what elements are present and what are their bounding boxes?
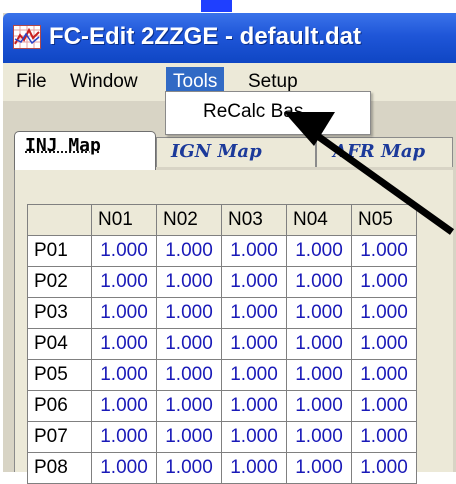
map-cell[interactable]: 1.000 xyxy=(221,266,287,298)
tab-inj-map-label: INJ Map xyxy=(25,135,101,156)
column-header[interactable]: N04 xyxy=(286,204,352,236)
map-cell[interactable]: 1.000 xyxy=(221,452,287,484)
map-grid: N01 N02 N03 N04 N05 P01 1.000 1.000 1.00… xyxy=(27,204,417,484)
map-cell[interactable]: 1.000 xyxy=(286,297,352,329)
map-cell[interactable]: 1.000 xyxy=(286,421,352,453)
map-cell[interactable]: 1.000 xyxy=(221,328,287,360)
map-cell[interactable]: 1.000 xyxy=(286,359,352,391)
map-cell[interactable]: 1.000 xyxy=(156,328,222,360)
grid-header-row: N01 N02 N03 N04 N05 xyxy=(27,204,417,236)
row-header[interactable]: P01 xyxy=(27,235,92,267)
map-cell[interactable]: 1.000 xyxy=(91,359,157,391)
map-cell[interactable]: 1.000 xyxy=(221,359,287,391)
map-cell[interactable]: 1.000 xyxy=(351,235,417,267)
table-row: P04 1.000 1.000 1.000 1.000 1.000 xyxy=(27,328,417,360)
map-cell[interactable]: 1.000 xyxy=(286,235,352,267)
row-header[interactable]: P02 xyxy=(27,266,92,298)
window-title: FC-Edit 2ZZGE - default.dat xyxy=(49,23,361,50)
tab-inj-map[interactable]: INJ Map xyxy=(14,131,156,171)
title-bar[interactable]: FC-Edit 2ZZGE - default.dat xyxy=(3,13,456,63)
tab-ign-map-label: IGN Map xyxy=(171,141,262,162)
menu-window[interactable]: Window xyxy=(63,67,145,97)
table-row: P05 1.000 1.000 1.000 1.000 1.000 xyxy=(27,359,417,391)
table-row: P02 1.000 1.000 1.000 1.000 1.000 xyxy=(27,266,417,298)
column-header[interactable]: N02 xyxy=(156,204,222,236)
table-row: P08 1.000 1.000 1.000 1.000 1.000 xyxy=(27,452,417,484)
map-cell[interactable]: 1.000 xyxy=(351,266,417,298)
map-cell[interactable]: 1.000 xyxy=(351,359,417,391)
chart-line-icon xyxy=(13,25,41,49)
map-cell[interactable]: 1.000 xyxy=(351,297,417,329)
row-header[interactable]: P05 xyxy=(27,359,92,391)
table-row: P01 1.000 1.000 1.000 1.000 1.000 xyxy=(27,235,417,267)
menu-file[interactable]: File xyxy=(9,67,54,97)
column-header[interactable]: N03 xyxy=(221,204,287,236)
map-cell[interactable]: 1.000 xyxy=(221,297,287,329)
row-header[interactable]: P06 xyxy=(27,390,92,422)
table-row: P03 1.000 1.000 1.000 1.000 1.000 xyxy=(27,297,417,329)
map-cell[interactable]: 1.000 xyxy=(91,421,157,453)
map-cell[interactable]: 1.000 xyxy=(286,266,352,298)
table-row: P06 1.000 1.000 1.000 1.000 1.000 xyxy=(27,390,417,422)
map-cell[interactable]: 1.000 xyxy=(91,452,157,484)
map-cell[interactable]: 1.000 xyxy=(91,390,157,422)
map-cell[interactable]: 1.000 xyxy=(156,235,222,267)
map-cell[interactable]: 1.000 xyxy=(156,359,222,391)
grid-corner-cell xyxy=(27,204,92,236)
map-cell[interactable]: 1.000 xyxy=(91,297,157,329)
map-cell[interactable]: 1.000 xyxy=(156,266,222,298)
map-cell[interactable]: 1.000 xyxy=(156,297,222,329)
tab-ign-map[interactable]: IGN Map xyxy=(156,137,316,167)
map-cell[interactable]: 1.000 xyxy=(286,452,352,484)
map-cell[interactable]: 1.000 xyxy=(351,421,417,453)
row-header[interactable]: P04 xyxy=(27,328,92,360)
map-cell[interactable]: 1.000 xyxy=(156,452,222,484)
map-cell[interactable]: 1.000 xyxy=(221,421,287,453)
row-header[interactable]: P08 xyxy=(27,452,92,484)
map-cell[interactable]: 1.000 xyxy=(221,390,287,422)
map-cell[interactable]: 1.000 xyxy=(156,390,222,422)
map-cell[interactable]: 1.000 xyxy=(286,390,352,422)
map-cell[interactable]: 1.000 xyxy=(91,266,157,298)
map-cell[interactable]: 1.000 xyxy=(221,235,287,267)
map-cell[interactable]: 1.000 xyxy=(286,328,352,360)
table-row: P07 1.000 1.000 1.000 1.000 1.000 xyxy=(27,421,417,453)
blue-marker xyxy=(201,0,232,12)
map-cell[interactable]: 1.000 xyxy=(351,390,417,422)
tab-afr-map-label: AFR Map xyxy=(333,141,426,162)
tab-afr-map[interactable]: AFR Map xyxy=(316,137,453,167)
map-cell[interactable]: 1.000 xyxy=(351,328,417,360)
tools-dropdown-menu: ReCalc Bas xyxy=(165,91,371,135)
map-cell[interactable]: 1.000 xyxy=(156,421,222,453)
column-header[interactable]: N01 xyxy=(91,204,157,236)
column-header[interactable]: N05 xyxy=(351,204,417,236)
map-cell[interactable]: 1.000 xyxy=(91,235,157,267)
tab-strip: INJ Map IGN Map AFR Map xyxy=(14,131,453,171)
map-cell[interactable]: 1.000 xyxy=(351,452,417,484)
menu-item-recalc-base[interactable]: ReCalc Bas xyxy=(203,99,303,125)
map-cell[interactable]: 1.000 xyxy=(91,328,157,360)
row-header[interactable]: P03 xyxy=(27,297,92,329)
row-header[interactable]: P07 xyxy=(27,421,92,453)
